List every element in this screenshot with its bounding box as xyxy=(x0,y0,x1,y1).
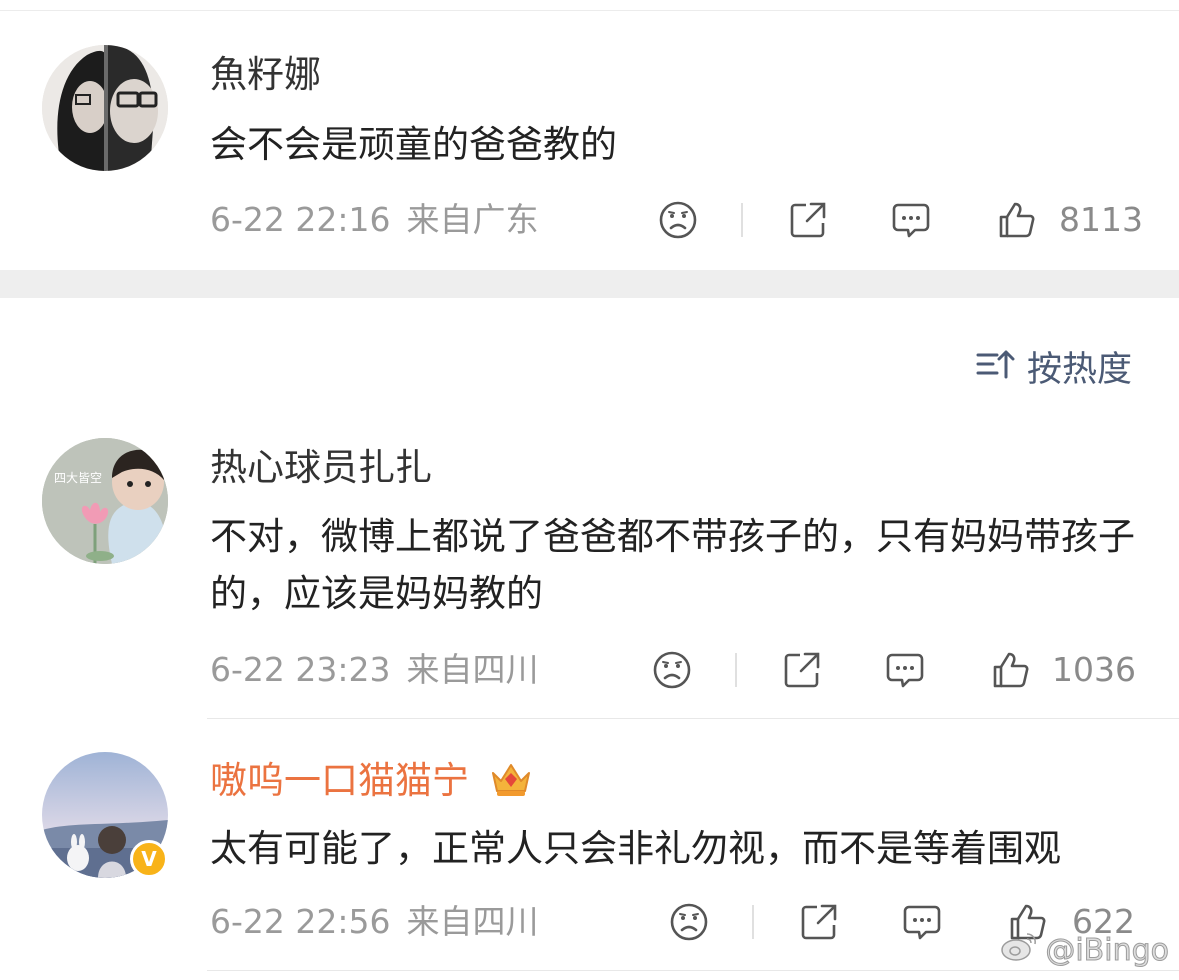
sad-face-icon[interactable] xyxy=(655,197,701,243)
comment-location: 来自四川 xyxy=(406,902,539,941)
comment-date: 6-22 22:16 xyxy=(210,200,391,239)
comment-text: 会不会是顽童的爸爸教的 xyxy=(210,123,617,166)
weibo-logo-icon xyxy=(999,930,1039,970)
verified-badge: V xyxy=(130,840,168,878)
like-count: 1036 xyxy=(1052,650,1136,689)
svg-text:四大皆空: 四大皆空 xyxy=(54,471,102,485)
comment-meta: 6-22 22:16 来自广东 xyxy=(210,200,539,240)
comment-icon[interactable] xyxy=(888,197,934,243)
watermark-text: @iBingo xyxy=(1045,932,1170,968)
comment-location: 来自四川 xyxy=(406,650,539,689)
share-icon[interactable] xyxy=(796,899,842,945)
sad-face-icon[interactable] xyxy=(666,899,712,945)
thumbs-up-icon[interactable] xyxy=(988,647,1034,693)
sad-face-icon[interactable] xyxy=(649,647,695,693)
watermark: @iBingo xyxy=(999,930,1169,970)
comment-meta: 6-22 23:23 来自四川 xyxy=(210,650,539,690)
username[interactable]: 嗷呜一口猫猫宁 xyxy=(210,758,533,810)
comment-date: 6-22 23:23 xyxy=(210,650,391,689)
share-icon[interactable] xyxy=(785,197,831,243)
share-icon[interactable] xyxy=(779,647,825,693)
sort-icon xyxy=(975,347,1015,385)
username-text: 嗷呜一口猫猫宁 xyxy=(210,759,469,802)
action-divider xyxy=(735,653,737,687)
comment-divider xyxy=(207,718,1179,719)
sort-label: 按热度 xyxy=(1027,349,1133,390)
crown-icon xyxy=(489,759,533,810)
comment-text: 太有可能了，正常人只会非礼勿视，而不是等着围观 xyxy=(210,827,1061,870)
thumbs-up-icon[interactable] xyxy=(994,197,1040,243)
like-count: 8113 xyxy=(1059,200,1143,239)
comment-text: 不对，微博上都说了爸爸都不带孩子的，只有妈妈带孩子的，应该是妈妈教的 xyxy=(210,515,1135,615)
avatar[interactable]: 四大皆空 xyxy=(42,438,168,564)
action-divider xyxy=(752,905,754,939)
avatar[interactable] xyxy=(42,45,168,171)
username[interactable]: 魚籽娜 xyxy=(210,52,321,98)
top-divider xyxy=(0,10,1179,11)
action-divider xyxy=(741,203,743,237)
comment-location: 来自广东 xyxy=(406,200,539,239)
sort-button[interactable]: 按热度 xyxy=(975,344,1132,390)
comment-icon[interactable] xyxy=(899,899,945,945)
username[interactable]: 热心球员扎扎 xyxy=(210,445,432,491)
comment-date: 6-22 22:56 xyxy=(210,902,391,941)
comment-divider xyxy=(207,970,1179,971)
section-separator xyxy=(0,270,1179,298)
comment-icon[interactable] xyxy=(882,647,928,693)
comment-meta: 6-22 22:56 来自四川 xyxy=(210,902,539,942)
